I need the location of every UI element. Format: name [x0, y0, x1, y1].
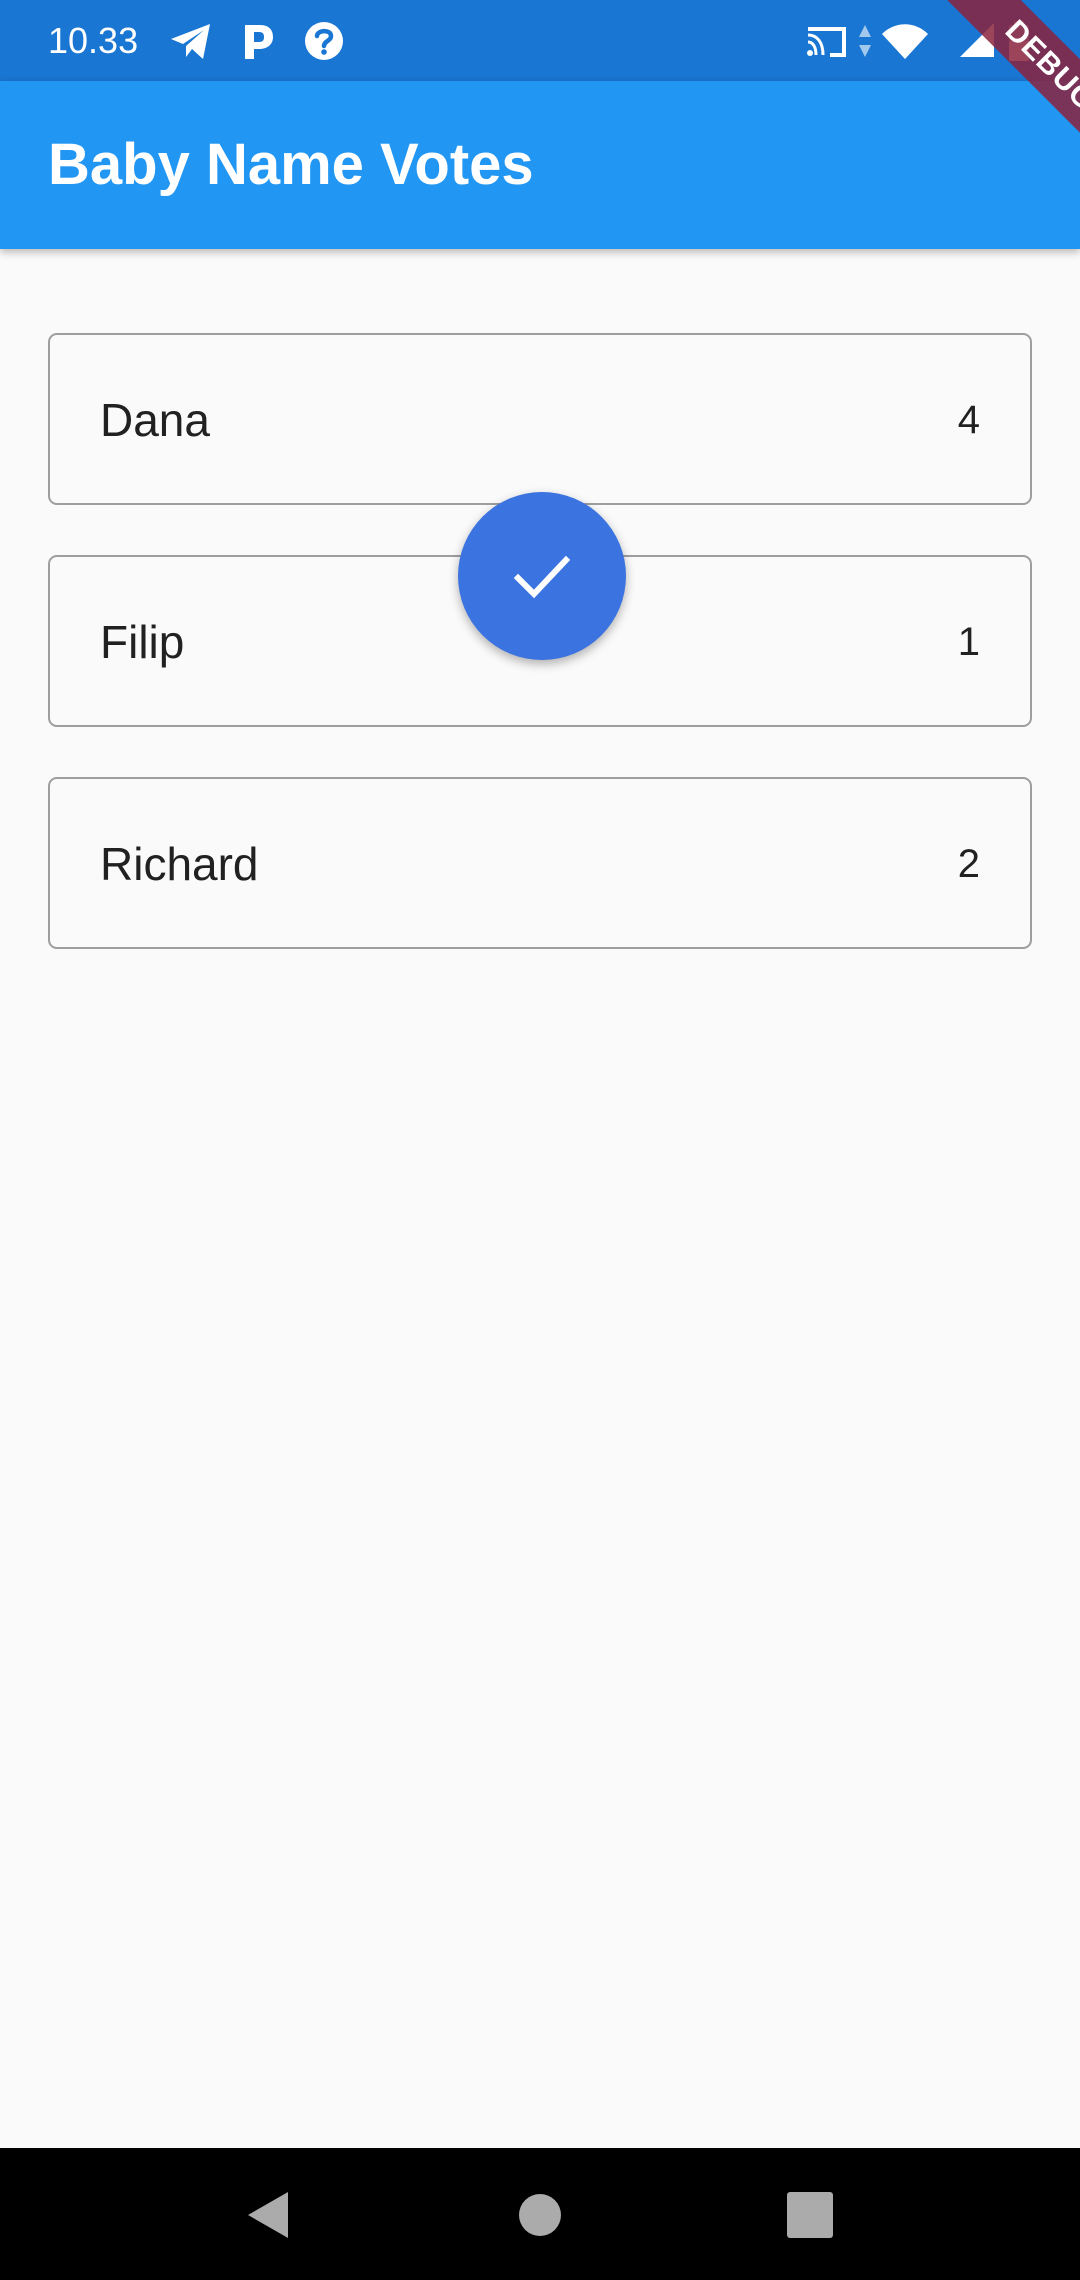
telegram-icon: [171, 24, 210, 59]
home-icon[interactable]: [515, 2190, 565, 2240]
check-icon: [513, 555, 571, 599]
app-bar: Baby Name Votes: [0, 81, 1080, 249]
battery-icon: [1009, 21, 1029, 61]
navigation-bar: [0, 2148, 1080, 2280]
signal-icon: [960, 23, 994, 57]
vote-count: 4: [957, 398, 980, 442]
wifi-icon: [882, 24, 928, 59]
status-time: 10.33: [48, 20, 139, 61]
vote-count: 1: [957, 620, 980, 664]
vote-card-richard[interactable]: Richard 2: [48, 777, 1032, 949]
vote-name: Filip: [100, 616, 185, 668]
data-arrows-icon: [859, 25, 871, 57]
page-title: Baby Name Votes: [48, 132, 534, 197]
help-icon: [305, 22, 343, 60]
status-bar: 10.33: [0, 0, 1080, 81]
vote-count: 2: [957, 842, 980, 886]
vote-name: Dana: [100, 394, 210, 446]
vote-card-dana[interactable]: Dana 4: [48, 333, 1032, 505]
cast-icon: [807, 27, 846, 57]
vote-name: Richard: [100, 838, 259, 890]
vote-list: Dana 4 Filip 1 Richard 2: [48, 333, 1032, 999]
recents-icon[interactable]: [785, 2190, 835, 2240]
parking-icon: [245, 25, 273, 59]
back-icon[interactable]: [244, 2190, 294, 2240]
submit-vote-button[interactable]: [458, 492, 626, 660]
